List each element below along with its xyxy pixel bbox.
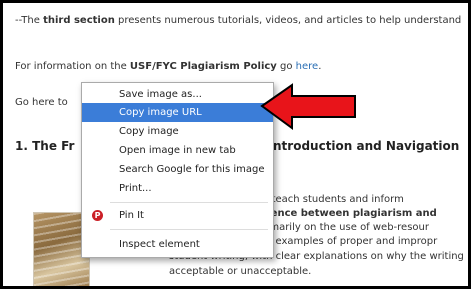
policy-link[interactable]: here	[296, 61, 319, 72]
plagiarism-policy-line: For information on the USF/FYC Plagiaris…	[15, 61, 322, 72]
intro-line-third-section: --The third section presents numerous tu…	[15, 15, 462, 26]
section-heading-left: 1. The Fr	[15, 139, 75, 153]
menu-item-copy-image[interactable]: Copy image	[82, 122, 273, 141]
menu-item-print[interactable]: Print...	[82, 179, 273, 198]
red-arrow-icon	[260, 83, 356, 130]
section-heading-right: ntroduction and Navigation	[273, 139, 460, 153]
menu-separator	[110, 229, 268, 230]
pinterest-icon: P	[92, 210, 103, 221]
menu-item-save-image[interactable]: Save image as...	[82, 85, 273, 104]
menu-item-pin-it-label: Pin It	[119, 210, 144, 221]
web-page: --The third section presents numerous tu…	[3, 3, 468, 286]
menu-item-inspect-element[interactable]: Inspect element	[82, 235, 273, 254]
menu-item-pin-it[interactable]: P Pin It	[82, 206, 273, 225]
menu-item-search-google-image[interactable]: Search Google for this image	[82, 160, 273, 179]
context-menu: Save image as... Copy image URL Copy ima…	[81, 82, 274, 258]
go-here-line: Go here to	[15, 97, 68, 108]
menu-separator	[110, 202, 268, 203]
menu-item-open-image-new-tab[interactable]: Open image in new tab	[82, 141, 273, 160]
menu-item-copy-image-url[interactable]: Copy image URL	[82, 103, 273, 122]
body-text-line-6: acceptable or unacceptable.	[169, 266, 312, 277]
